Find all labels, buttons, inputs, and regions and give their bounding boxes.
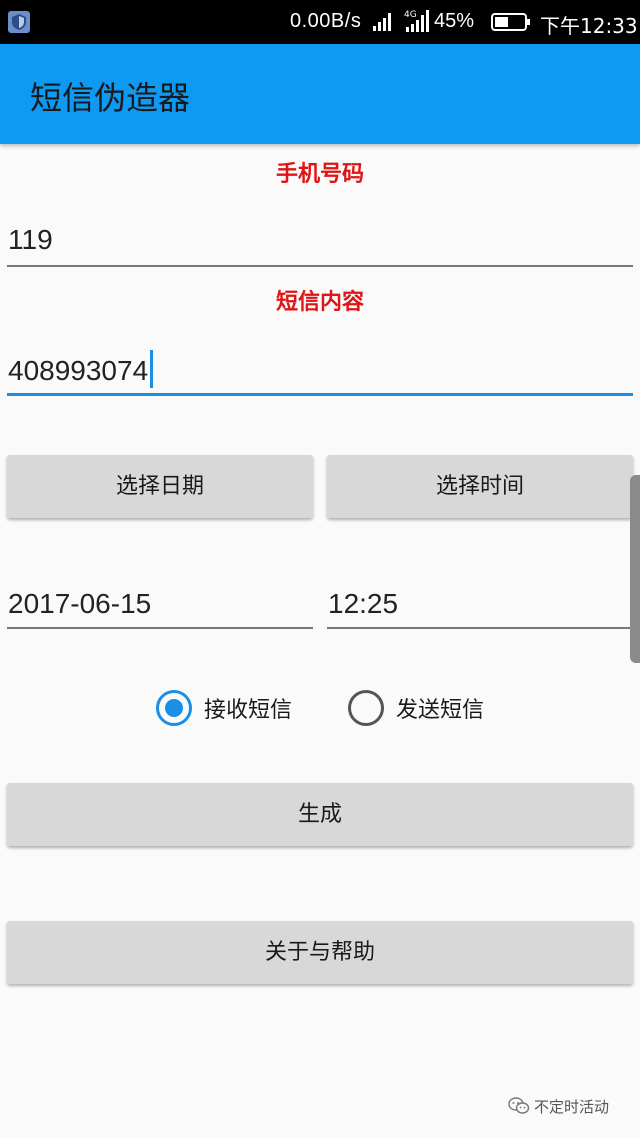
text-cursor (150, 350, 154, 388)
radio-button-icon (348, 690, 384, 726)
wechat-icon (508, 1097, 530, 1114)
wifi-signal-icon (373, 13, 391, 31)
status-time: 下午12:33 (540, 14, 638, 38)
sms-content-label: 短信内容 (275, 289, 364, 315)
phone-number-value: 119 (8, 224, 53, 255)
receive-sms-radio[interactable]: 接收短信 (156, 688, 316, 728)
status-bar: 0.00B/s 4G 45% 下午12:33 (0, 0, 640, 44)
app-bar: 短信伪造器 (0, 44, 640, 144)
cellular-signal-icon: 4G (404, 10, 429, 32)
generate-button[interactable]: 生成 (7, 783, 633, 846)
date-field[interactable]: 2017-06-15 (7, 588, 313, 629)
date-value: 2017-06-15 (8, 588, 152, 619)
network-speed: 0.00B/s (290, 10, 362, 32)
select-time-button[interactable]: 选择时间 (327, 455, 633, 518)
phone-number-field[interactable]: 119 (7, 224, 633, 267)
watermark-text: 不定时活动 (534, 1098, 610, 1116)
time-field[interactable]: 12:25 (327, 588, 633, 629)
sms-content-field[interactable]: 408993074 (7, 350, 633, 396)
watermark: 不定时活动 (508, 1096, 609, 1117)
time-value: 12:25 (328, 588, 399, 619)
scroll-handle[interactable] (630, 475, 640, 663)
phone-number-label: 手机号码 (275, 161, 364, 187)
send-sms-radio[interactable]: 发送短信 (348, 688, 508, 728)
select-date-button[interactable]: 选择日期 (7, 455, 313, 518)
about-help-button[interactable]: 关于与帮助 (7, 921, 633, 984)
sms-content-value: 408993074 (8, 355, 149, 386)
app-title: 短信伪造器 (30, 79, 191, 117)
send-sms-label: 发送短信 (396, 698, 485, 723)
network-type-label: 4G (404, 10, 417, 20)
radio-button-icon (156, 690, 192, 726)
shield-icon (8, 11, 30, 33)
battery-icon (491, 13, 530, 31)
battery-percent: 45% (434, 10, 475, 32)
receive-sms-label: 接收短信 (204, 698, 293, 723)
